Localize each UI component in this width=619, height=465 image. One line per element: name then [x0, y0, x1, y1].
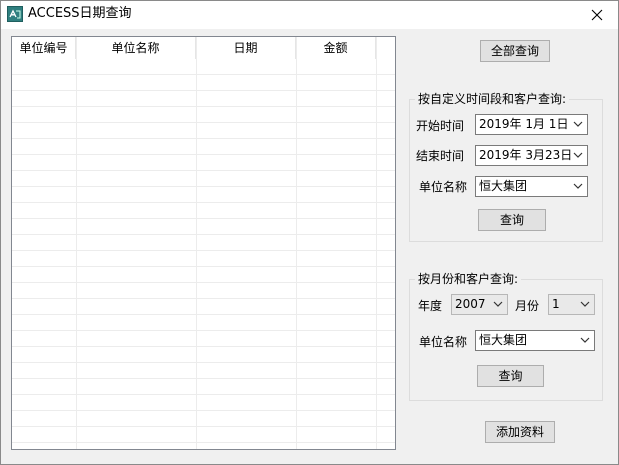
grid-column-divider — [196, 37, 197, 449]
grid-header: 单位编号 单位名称 日期 金额 — [12, 37, 395, 59]
close-icon — [591, 9, 603, 21]
close-button[interactable] — [576, 1, 618, 29]
end-date-value: 2019年 3月23日 — [479, 148, 573, 162]
month-combo[interactable]: 1 — [548, 294, 595, 315]
app-window: ACCESS日期查询 单位编号 单位名称 日期 金额 全部查询 按自定义时间段和… — [0, 0, 619, 465]
month-query-button[interactable]: 查询 — [477, 365, 544, 387]
column-header-date[interactable]: 日期 — [196, 37, 296, 59]
start-date-value: 2019年 1月 1日 — [479, 117, 569, 131]
end-date-picker[interactable]: 2019年 3月23日 — [475, 145, 588, 166]
end-time-label: 结束时间 — [416, 149, 465, 163]
month-unit-name-value: 恒大集团 — [479, 333, 528, 347]
range-unit-name-label: 单位名称 — [419, 180, 468, 194]
chevron-down-icon — [573, 121, 583, 127]
grid-column-divider — [76, 37, 77, 449]
month-unit-name-label: 单位名称 — [419, 335, 468, 349]
column-header-amount[interactable]: 金额 — [296, 37, 376, 59]
title-bar: ACCESS日期查询 — [1, 1, 618, 29]
range-query-button[interactable]: 查询 — [478, 209, 546, 231]
month-label: 月份 — [515, 299, 540, 313]
range-query-group-title: 按自定义时间段和客户查询: — [415, 92, 570, 106]
column-header-unit-code[interactable]: 单位编号 — [12, 37, 76, 59]
year-combo[interactable]: 2007 — [451, 294, 508, 315]
month-value: 1 — [552, 297, 560, 311]
data-grid[interactable]: 单位编号 单位名称 日期 金额 — [11, 36, 396, 450]
add-data-button[interactable]: 添加资料 — [485, 421, 555, 443]
access-app-icon — [7, 6, 23, 22]
grid-column-divider — [376, 37, 377, 449]
range-unit-name-value: 恒大集团 — [479, 179, 528, 193]
grid-body[interactable] — [12, 59, 395, 449]
range-unit-name-combo[interactable]: 恒大集团 — [475, 176, 588, 197]
column-header-unit-name[interactable]: 单位名称 — [76, 37, 196, 59]
month-unit-name-combo[interactable]: 恒大集团 — [475, 330, 595, 351]
start-date-picker[interactable]: 2019年 1月 1日 — [475, 114, 588, 135]
chevron-down-icon — [493, 301, 503, 307]
start-time-label: 开始时间 — [416, 119, 465, 133]
year-label: 年度 — [418, 299, 443, 313]
year-value: 2007 — [455, 297, 486, 311]
grid-column-divider — [296, 37, 297, 449]
chevron-down-icon — [580, 337, 590, 343]
chevron-down-icon — [573, 183, 583, 189]
window-title: ACCESS日期查询 — [28, 6, 132, 21]
chevron-down-icon — [573, 152, 583, 158]
month-query-group-title: 按月份和客户查询: — [415, 272, 522, 286]
query-all-button[interactable]: 全部查询 — [480, 40, 550, 62]
chevron-down-icon — [580, 301, 590, 307]
